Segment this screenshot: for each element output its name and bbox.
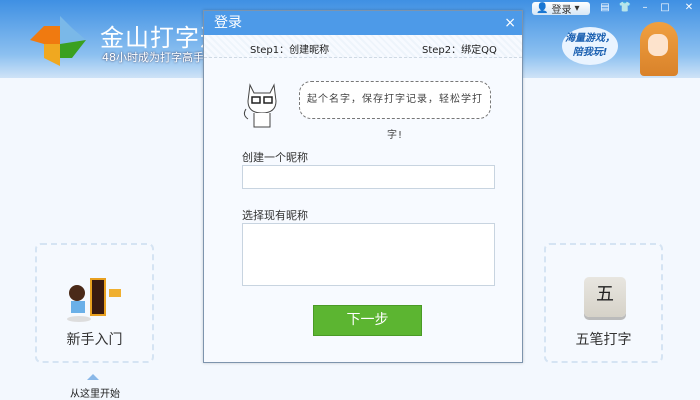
chevron-down-icon: ▾ — [574, 3, 580, 14]
app-slogan: 48小时成为打字高手 — [102, 51, 204, 64]
minimize-icon[interactable]: – — [638, 2, 652, 14]
maximize-icon[interactable]: □ — [658, 2, 672, 14]
create-nickname-label: 创建一个昵称 — [242, 151, 308, 164]
step-indicator: Step1：创建昵称 Step2：绑定QQ — [204, 35, 522, 58]
existing-nickname-label: 选择现有昵称 — [242, 209, 308, 222]
promo-games-banner[interactable]: 海量游戏，陪我玩! — [562, 27, 618, 65]
existing-nickname-list[interactable] — [242, 223, 495, 286]
wubi-key-icon: 五 — [584, 277, 626, 317]
dialog-title-bar: 登录 × — [204, 11, 522, 35]
card-beginner[interactable]: 新手入门 — [35, 243, 154, 363]
card-label: 五笔打字 — [575, 332, 632, 348]
app-logo-icon — [30, 16, 86, 66]
login-dialog: 登录 × Step1：创建昵称 Step2：绑定QQ 起个名字，保存打字记录，轻… — [203, 10, 523, 363]
skin-shirt-icon[interactable]: 👕 — [618, 2, 632, 14]
arrow-up-icon — [87, 374, 99, 380]
step-2: Step2：绑定QQ — [422, 45, 497, 56]
login-label: 登录 — [551, 5, 572, 16]
login-button[interactable]: 👤 登录 ▾ — [532, 2, 590, 16]
beginner-door-icon — [67, 278, 121, 322]
start-hint: 从这里开始 — [70, 389, 120, 400]
cat-mascot-icon — [243, 83, 277, 128]
step-1: Step1：创建昵称 — [250, 45, 330, 56]
card-label: 新手入门 — [66, 332, 123, 348]
mascot-face — [648, 34, 668, 56]
close-icon[interactable]: × — [504, 11, 516, 35]
dialog-title: 登录 — [214, 15, 242, 31]
create-nickname-input[interactable] — [242, 165, 495, 189]
close-window-icon[interactable]: ✕ — [682, 2, 696, 14]
next-step-button[interactable]: 下一步 — [313, 305, 422, 336]
document-icon[interactable]: ▤ — [598, 2, 612, 14]
hint-bubble: 起个名字，保存打字记录，轻松学打字! — [299, 81, 491, 141]
card-wubi[interactable]: 五 五笔打字 — [544, 243, 663, 363]
user-icon: 👤 — [536, 3, 549, 14]
